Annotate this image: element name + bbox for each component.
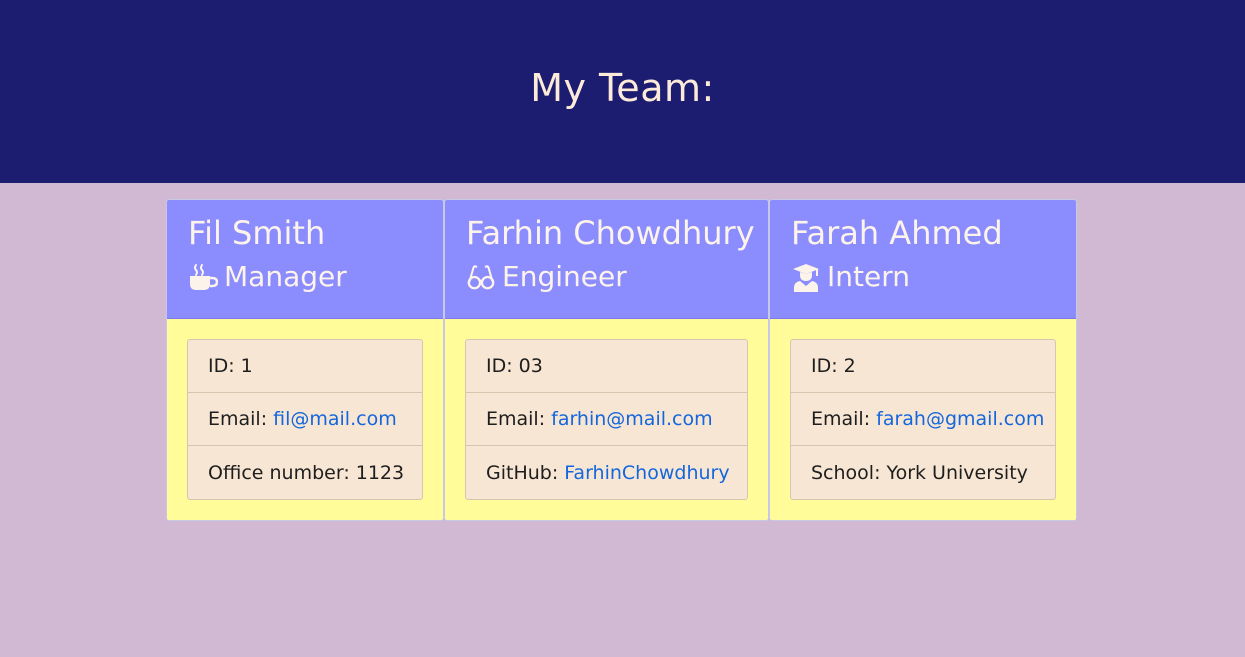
info-list: ID: 2 Email: farah@gmail.com School: Yor… (790, 339, 1056, 500)
id-item: ID: 03 (466, 340, 747, 393)
coffee-icon (188, 262, 218, 292)
github-item: GitHub: FarhinChowdhury (466, 446, 747, 499)
id-label: ID: (486, 355, 513, 377)
email-label: Email: (811, 408, 871, 430)
card-body: ID: 1 Email: fil@mail.com Office number:… (167, 319, 443, 520)
school-label: School: (811, 461, 881, 484)
id-item: ID: 2 (791, 340, 1055, 393)
member-name: Farhin Chowdhury (466, 214, 755, 252)
graduate-icon (791, 262, 821, 292)
member-role: Engineer (466, 261, 768, 293)
card-header: Fil Smith Manager (167, 200, 443, 319)
id-value: 2 (843, 355, 856, 377)
school-value: York University (886, 461, 1028, 484)
info-list: ID: 1 Email: fil@mail.com Office number:… (187, 339, 423, 500)
id-label: ID: (811, 355, 838, 377)
engineer-card: Farhin Chowdhury Engineer ID: 03 Email: … (444, 199, 769, 521)
member-name: Fil Smith (188, 214, 326, 252)
card-body: ID: 2 Email: farah@gmail.com School: Yor… (770, 319, 1076, 520)
email-item: Email: fil@mail.com (188, 393, 422, 446)
card-header: Farah Ahmed Intern (770, 200, 1076, 319)
page-title: My Team: (530, 65, 715, 110)
card-body: ID: 03 Email: farhin@mail.com GitHub: Fa… (445, 319, 768, 520)
office-number-item: Office number: 1123 (188, 446, 422, 499)
id-value: 03 (518, 355, 543, 377)
role-label: Manager (224, 260, 347, 293)
member-name: Farah Ahmed (791, 214, 1003, 252)
glasses-icon (466, 262, 496, 292)
email-label: Email: (208, 408, 268, 430)
manager-card: Fil Smith Manager ID: 1 Email: fil@mail.… (166, 199, 444, 521)
email-item: Email: farah@gmail.com (791, 393, 1055, 446)
team-cards: Fil Smith Manager ID: 1 Email: fil@mail.… (166, 199, 1077, 521)
email-link[interactable]: farah@gmail.com (876, 408, 1044, 430)
role-label: Intern (827, 260, 910, 293)
intern-card: Farah Ahmed Intern ID: 2 Email: farah@gm… (769, 199, 1077, 521)
email-link[interactable]: fil@mail.com (273, 408, 397, 430)
office-number-value: 1123 (355, 461, 405, 484)
page-header: My Team: (0, 0, 1245, 183)
info-list: ID: 03 Email: farhin@mail.com GitHub: Fa… (465, 339, 748, 500)
id-value: 1 (240, 355, 253, 377)
email-item: Email: farhin@mail.com (466, 393, 747, 446)
member-role: Manager (188, 261, 443, 293)
card-header: Farhin Chowdhury Engineer (445, 200, 768, 319)
email-link[interactable]: farhin@mail.com (551, 408, 713, 430)
role-label: Engineer (502, 260, 627, 293)
member-role: Intern (791, 261, 1076, 293)
github-link[interactable]: FarhinChowdhury (564, 462, 729, 484)
github-label: GitHub: (486, 461, 559, 484)
id-label: ID: (208, 355, 235, 377)
id-item: ID: 1 (188, 340, 422, 393)
email-label: Email: (486, 408, 546, 430)
school-item: School: York University (791, 446, 1055, 499)
office-number-label: Office number: (208, 461, 350, 484)
